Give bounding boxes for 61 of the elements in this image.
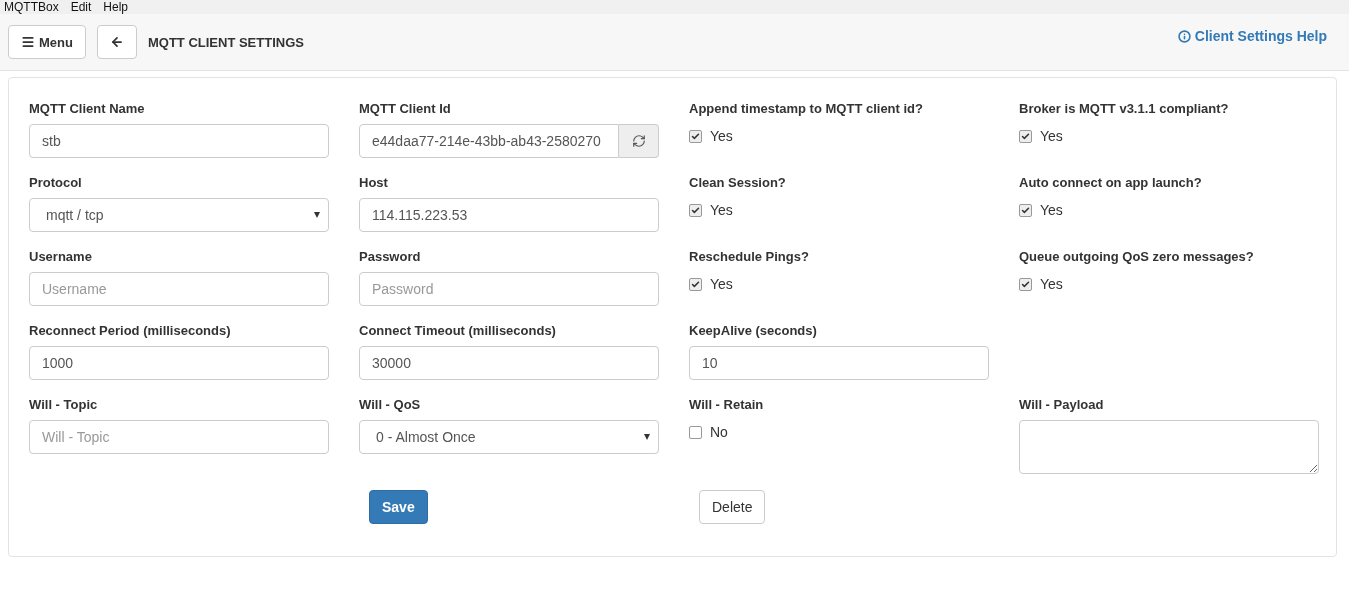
input-field[interactable]: 10 (689, 346, 989, 380)
refresh-button[interactable] (619, 124, 659, 158)
menu-icon (21, 35, 35, 49)
input-field[interactable]: 114.115.223.53 (359, 198, 659, 232)
checkbox[interactable] (1019, 277, 1032, 291)
field-label: Will - QoS (359, 397, 422, 412)
page-title: MQTT CLIENT SETTINGS (147, 34, 304, 50)
delete-button[interactable]: Delete (699, 490, 766, 524)
field-label: Username (29, 249, 93, 264)
checkbox[interactable] (689, 129, 702, 143)
checkbox[interactable] (1019, 129, 1032, 143)
field-label: Reconnect Period (milliseconds) (29, 323, 232, 338)
back-button[interactable] (96, 25, 137, 59)
save-button[interactable]: Save (369, 490, 428, 524)
input-field[interactable]: Password (359, 272, 659, 306)
help-link[interactable]: Client Settings Help (1177, 28, 1327, 44)
info-icon (1177, 29, 1191, 43)
field-label: MQTT Client Id (359, 101, 452, 116)
checkbox[interactable] (1019, 203, 1032, 217)
checkbox[interactable] (689, 277, 702, 291)
field-label: Will - Retain (689, 397, 765, 412)
menu-item[interactable]: MQTTBox (4, 0, 59, 14)
checkbox[interactable] (689, 425, 702, 439)
caret-icon (314, 212, 320, 218)
field-label: Auto connect on app launch? (1019, 175, 1203, 190)
arrow-left-icon (109, 35, 124, 49)
select-field[interactable]: 0 - Almost Once (359, 420, 659, 454)
checkbox-label: Yes (710, 128, 733, 144)
checkbox-label: Yes (710, 276, 733, 292)
input-field[interactable]: Will - Topic (29, 420, 329, 454)
field-label: Will - Topic (29, 397, 99, 412)
input-field[interactable]: 30000 (359, 346, 659, 380)
field-label: Reschedule Pings? (689, 249, 810, 264)
field-label: MQTT Client Name (29, 101, 146, 116)
input-field[interactable]: stb (29, 124, 329, 158)
input-field[interactable]: 1000 (29, 346, 329, 380)
checkbox-label: No (710, 424, 728, 440)
field-label: KeepAlive (seconds) (689, 323, 818, 338)
select-field[interactable]: mqtt / tcp (29, 198, 329, 232)
menu-item[interactable]: Help (103, 0, 129, 14)
menu-item[interactable]: Edit (70, 0, 92, 14)
textarea-field[interactable] (1019, 420, 1319, 474)
checkbox-label: Yes (1040, 128, 1063, 144)
field-label: Password (359, 249, 422, 264)
refresh-icon (631, 134, 646, 148)
field-label: Broker is MQTT v3.1.1 compliant? (1019, 101, 1230, 116)
field-label: Append timestamp to MQTT client id? (689, 101, 924, 116)
caret-icon (644, 434, 650, 440)
input-field[interactable]: Username (29, 272, 329, 306)
checkbox-label: Yes (1040, 276, 1063, 292)
menu-button[interactable]: Menu (8, 25, 86, 59)
field-label: Host (359, 175, 389, 190)
checkbox-label: Yes (1040, 202, 1063, 218)
field-label: Protocol (29, 175, 83, 190)
field-label: Clean Session? (689, 175, 787, 190)
field-label: Connect Timeout (milliseconds) (359, 323, 557, 338)
field-label: Will - Payload (1019, 397, 1105, 412)
input-field[interactable]: e44daa77-214e-43bb-ab43-2580270 (359, 124, 619, 158)
field-label: Queue outgoing QoS zero messages? (1019, 249, 1255, 264)
checkbox[interactable] (689, 203, 702, 217)
checkbox-label: Yes (710, 202, 733, 218)
